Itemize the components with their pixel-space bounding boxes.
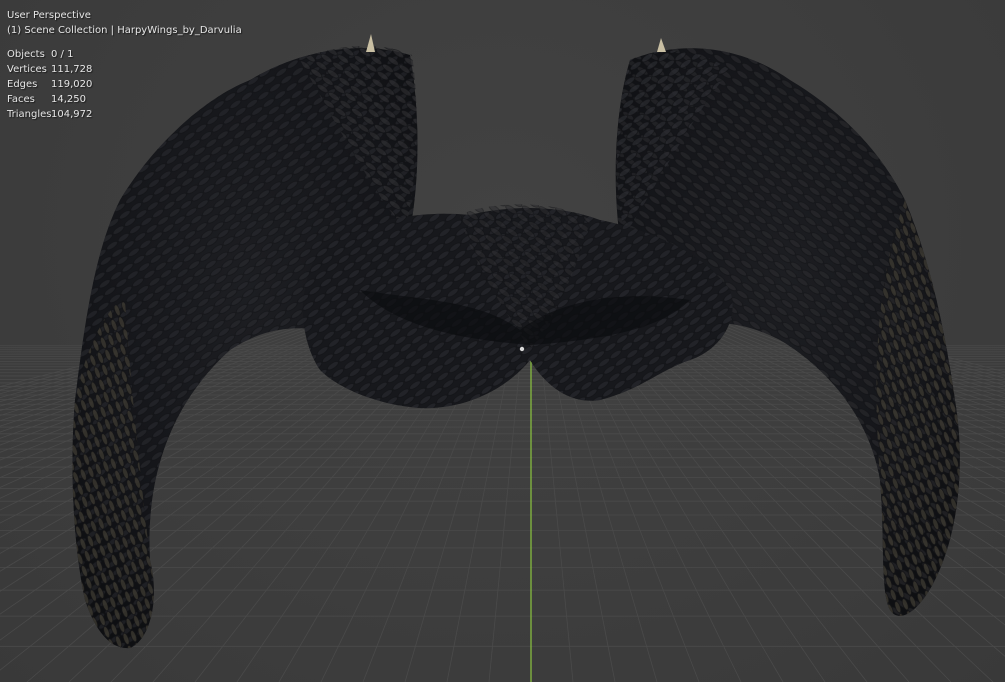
object-origin[interactable] bbox=[519, 346, 525, 352]
right-horn bbox=[657, 38, 666, 52]
harpy-wings-model[interactable] bbox=[72, 34, 960, 649]
left-horn bbox=[366, 34, 375, 52]
viewport-scene[interactable] bbox=[0, 0, 1005, 682]
3d-viewport[interactable]: User Perspective (1) Scene Collection | … bbox=[0, 0, 1005, 682]
